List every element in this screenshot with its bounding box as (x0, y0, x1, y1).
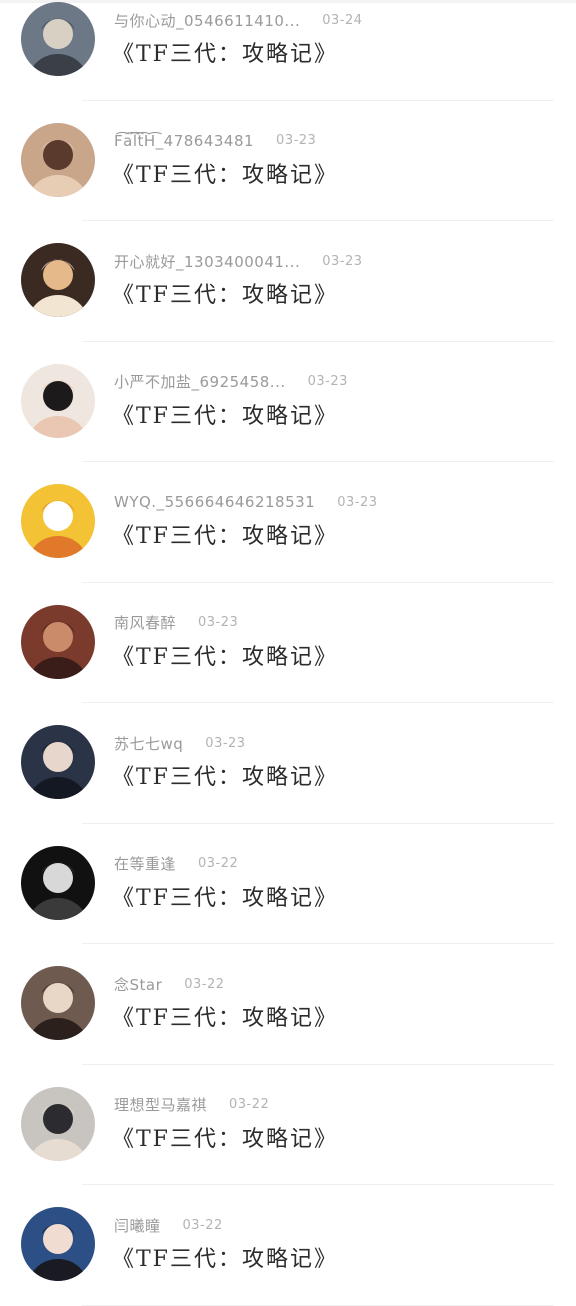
smiling-boy-avatar[interactable] (21, 363, 95, 438)
list-item[interactable]: 南风春醉 03-23 《TF三代：攻略记》 (0, 583, 576, 704)
cartoon-cat-avatar[interactable] (21, 243, 95, 317)
girl-blue-top-avatar[interactable] (21, 1207, 95, 1281)
date-label: 03-23 (198, 615, 239, 630)
list-item[interactable]: 小严不加盐_6925458... 03-23 《TF三代：攻略记》 (0, 342, 576, 463)
username[interactable]: F͡a͡l͡t͡H͡_478643481 (114, 132, 254, 150)
date-label: 03-23 (337, 494, 378, 510)
username[interactable]: 理想型马嘉祺 (114, 1094, 207, 1115)
street-shop-avatar[interactable] (21, 604, 95, 679)
item-title[interactable]: 《TF三代：攻略记》 (112, 639, 338, 671)
item-meta: F͡a͡l͡t͡H͡_478643481 03-23 (114, 130, 316, 152)
list-item[interactable]: WYQ._556664646218531 03-23 《TF三代：攻略记》 (0, 462, 576, 583)
date-label: 03-22 (182, 1217, 223, 1233)
item-title[interactable]: 《TF三代：攻略记》 (112, 1121, 338, 1153)
girl-room-avatar[interactable] (21, 966, 95, 1040)
item-meta: 闫曦瞳 03-22 (114, 1214, 223, 1236)
list-item[interactable]: 闫曦瞳 03-22 《TF三代：攻略记》 (0, 1185, 576, 1306)
item-title[interactable]: 《TF三代：攻略记》 (112, 277, 338, 309)
item-title[interactable]: 《TF三代：攻略记》 (112, 1000, 338, 1032)
item-title[interactable]: 《TF三代：攻略记》 (112, 398, 338, 430)
username[interactable]: WYQ._556664646218531 (114, 493, 315, 511)
date-label: 03-23 (322, 253, 363, 269)
date-label: 03-23 (205, 735, 246, 751)
cartoon-duck-avatar[interactable] (21, 484, 95, 558)
item-meta: 理想型马嘉祺 03-22 (114, 1094, 269, 1116)
date-label: 03-23 (276, 133, 317, 148)
boy-group-avatar[interactable] (21, 1086, 95, 1161)
item-title[interactable]: 《TF三代：攻略记》 (112, 157, 338, 189)
date-label: 03-22 (184, 976, 225, 992)
list-item[interactable]: 与你心动_0546611410... 03-24 《TF三代：攻略记》 (0, 0, 576, 101)
item-meta: WYQ._556664646218531 03-23 (114, 491, 378, 513)
list-item[interactable]: 理想型马嘉祺 03-22 《TF三代：攻略记》 (0, 1065, 576, 1186)
girl-dark-hair-avatar[interactable] (21, 725, 95, 799)
date-label: 03-23 (307, 374, 348, 389)
username[interactable]: 苏七七wq (114, 733, 183, 754)
boy-black-white-avatar[interactable] (21, 845, 95, 920)
username[interactable]: 开心就好_1303400041... (114, 251, 300, 272)
item-meta: 在等重逢 03-22 (114, 853, 238, 875)
comment-list: 与你心动_0546611410... 03-24 《TF三代：攻略记》 F͡a͡l͡t… (0, 0, 576, 1306)
username[interactable]: 与你心动_0546611410... (114, 10, 300, 31)
item-title[interactable]: 《TF三代：攻略记》 (112, 1241, 338, 1273)
list-item[interactable]: 念Star 03-22 《TF三代：攻略记》 (0, 944, 576, 1065)
date-label: 03-22 (198, 856, 239, 871)
username[interactable]: 在等重逢 (114, 853, 176, 874)
item-title[interactable]: 《TF三代：攻略记》 (112, 759, 338, 791)
date-label: 03-24 (322, 12, 363, 28)
item-meta: 与你心动_0546611410... 03-24 (114, 9, 363, 31)
username[interactable]: 闫曦瞳 (114, 1215, 161, 1236)
item-meta: 苏七七wq 03-23 (114, 732, 246, 754)
boy-portrait-avatar[interactable] (21, 2, 95, 76)
username[interactable]: 南风春醉 (114, 612, 176, 633)
list-item[interactable]: 在等重逢 03-22 《TF三代：攻略记》 (0, 824, 576, 945)
username[interactable]: 小严不加盐_6925458... (114, 371, 286, 392)
item-meta: 小严不加盐_6925458... 03-23 (114, 371, 348, 393)
item-meta: 念Star 03-22 (114, 973, 225, 995)
item-meta: 开心就好_1303400041... 03-23 (114, 250, 363, 272)
username[interactable]: 念Star (114, 974, 162, 995)
item-title[interactable]: 《TF三代：攻略记》 (112, 36, 338, 68)
list-item[interactable]: 开心就好_1303400041... 03-23 《TF三代：攻略记》 (0, 221, 576, 342)
list-item[interactable]: F͡a͡l͡t͡H͡_478643481 03-23 《TF三代：攻略记》 (0, 101, 576, 222)
list-item[interactable]: 苏七七wq 03-23 《TF三代：攻略记》 (0, 703, 576, 824)
item-meta: 南风春醉 03-23 (114, 612, 238, 634)
date-label: 03-22 (229, 1097, 270, 1112)
item-title[interactable]: 《TF三代：攻略记》 (112, 880, 338, 912)
girl-sunset-avatar[interactable] (21, 122, 95, 197)
item-title[interactable]: 《TF三代：攻略记》 (112, 518, 338, 550)
